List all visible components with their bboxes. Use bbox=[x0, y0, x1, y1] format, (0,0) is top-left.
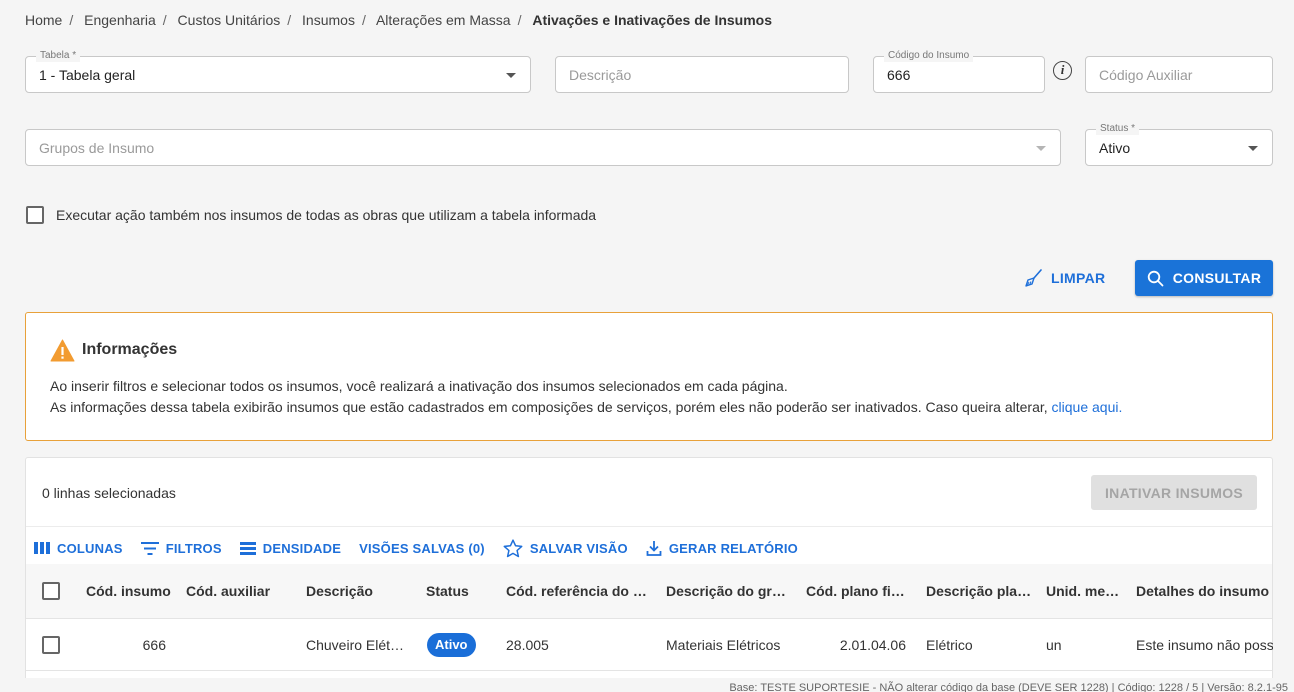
table-row[interactable]: 666 Chuveiro Elétrico Ativo 28.005 Mater… bbox=[26, 619, 1273, 671]
footer-bar: Base: TESTE SUPORTESIE - NÃO alterar cód… bbox=[0, 678, 1294, 692]
limpar-label: LIMPAR bbox=[1051, 270, 1106, 286]
chevron-down-icon bbox=[1248, 146, 1258, 151]
cell-unid-medida: un bbox=[1046, 637, 1062, 653]
cell-cod-insumo: 666 bbox=[142, 637, 166, 653]
descricao-input[interactable]: Descrição bbox=[555, 56, 849, 93]
codigo-insumo-label: Código do Insumo bbox=[884, 50, 974, 62]
column-header-cod-plano[interactable]: Cód. plano financeiro bbox=[806, 583, 913, 599]
broom-icon bbox=[1025, 269, 1042, 287]
grid-header: Cód. insumo Cód. auxiliar Descrição Stat… bbox=[26, 564, 1272, 619]
star-icon bbox=[503, 538, 523, 557]
density-icon bbox=[239, 541, 256, 555]
tabela-select[interactable]: Tabela * 1 - Tabela geral bbox=[25, 50, 531, 93]
warning-icon bbox=[50, 339, 75, 362]
status-badge: Ativo bbox=[427, 633, 476, 657]
consultar-button[interactable]: CONSULTAR bbox=[1135, 260, 1273, 296]
codigo-auxiliar-placeholder: Código Auxiliar bbox=[1099, 67, 1193, 83]
grid-toolbar: COLUNAS FILTROS DENSIDADE VISÕES SALVAS … bbox=[34, 538, 816, 558]
select-all-checkbox[interactable] bbox=[42, 582, 60, 600]
row-checkbox[interactable] bbox=[42, 636, 60, 654]
status-value: Ativo bbox=[1099, 140, 1131, 156]
densidade-button[interactable]: DENSIDADE bbox=[239, 540, 342, 556]
colunas-button[interactable]: COLUNAS bbox=[34, 541, 123, 556]
cell-cod-referencia: 28.005 bbox=[506, 637, 549, 653]
column-header-detalhes[interactable]: Detalhes do insumo bbox=[1136, 583, 1274, 599]
status-label: Status * bbox=[1096, 123, 1140, 135]
cell-descricao-plano: Elétrico bbox=[926, 637, 973, 653]
chevron-down-icon bbox=[1036, 146, 1046, 151]
columns-icon bbox=[34, 542, 50, 554]
codigo-insumo-value: 666 bbox=[887, 67, 911, 83]
cell-cod-plano: 2.01.04.06 bbox=[839, 637, 906, 653]
breadcrumb-separator: / bbox=[69, 12, 74, 28]
visoes-salvas-button[interactable]: VISÕES SALVAS (0) bbox=[359, 541, 485, 556]
selected-rows-count: 0 linhas selecionadas bbox=[42, 485, 176, 501]
descricao-placeholder: Descrição bbox=[569, 67, 632, 83]
densidade-label: DENSIDADE bbox=[262, 540, 342, 556]
breadcrumb-alteracoes[interactable]: Alterações em Massa bbox=[376, 12, 511, 28]
breadcrumb-custos[interactable]: Custos Unitários bbox=[178, 12, 281, 28]
column-header-descricao-grupo[interactable]: Descrição do grupo bbox=[666, 583, 793, 599]
grupos-insumo-placeholder: Grupos de Insumo bbox=[39, 140, 155, 156]
salvar-visao-label: SALVAR VISÃO bbox=[529, 540, 628, 556]
salvar-visao-button[interactable]: SALVAR VISÃO bbox=[503, 538, 628, 558]
insumos-grid: 0 linhas selecionadas INATIVAR INSUMOS C… bbox=[25, 457, 1273, 692]
tabela-value: 1 - Tabela geral bbox=[39, 67, 136, 83]
colunas-label: COLUNAS bbox=[57, 540, 123, 556]
gerar-relatorio-label: GERAR RELATÓRIO bbox=[668, 540, 798, 556]
search-icon bbox=[1147, 270, 1164, 286]
tabela-label: Tabela * bbox=[36, 50, 81, 62]
breadcrumb: Home / Engenharia / Custos Unitários / Insu… bbox=[25, 12, 772, 28]
alert-line-2: As informações dessa tabela exibirão ins… bbox=[50, 399, 1122, 415]
column-header-cod-referencia[interactable]: Cód. referência do grupo bbox=[506, 583, 652, 599]
codigo-auxiliar-input[interactable]: Código Auxiliar bbox=[1085, 56, 1273, 93]
consultar-label: CONSULTAR bbox=[1172, 270, 1262, 286]
status-select[interactable]: Status * Ativo bbox=[1085, 123, 1273, 166]
filtros-label: FILTROS bbox=[165, 540, 222, 556]
column-header-unid-medida[interactable]: Unid. medida bbox=[1046, 583, 1126, 599]
breadcrumb-engenharia[interactable]: Engenharia bbox=[84, 12, 156, 28]
breadcrumb-separator: / bbox=[287, 12, 292, 28]
column-header-cod-insumo[interactable]: Cód. insumo bbox=[86, 583, 171, 599]
executar-obras-checkbox[interactable] bbox=[26, 206, 44, 224]
download-icon bbox=[646, 541, 662, 556]
alert-line-1: Ao inserir filtros e selecionar todos os… bbox=[50, 378, 788, 394]
breadcrumb-separator: / bbox=[162, 12, 167, 28]
column-header-descricao[interactable]: Descrição bbox=[306, 583, 406, 599]
alert-line-2-text: As informações dessa tabela exibirão ins… bbox=[50, 399, 1048, 415]
footer-info: Base: TESTE SUPORTESIE - NÃO alterar cód… bbox=[729, 682, 1288, 692]
filter-icon bbox=[140, 541, 159, 555]
cell-descricao-grupo: Materiais Elétricos bbox=[666, 637, 781, 653]
cell-descricao: Chuveiro Elétrico bbox=[306, 637, 406, 653]
breadcrumb-separator: / bbox=[361, 12, 366, 28]
column-header-status[interactable]: Status bbox=[426, 583, 486, 599]
gerar-relatorio-button[interactable]: GERAR RELATÓRIO bbox=[646, 540, 798, 556]
chevron-down-icon bbox=[506, 73, 516, 78]
codigo-insumo-input[interactable]: Código do Insumo 666 bbox=[873, 50, 1045, 93]
limpar-button[interactable]: LIMPAR bbox=[1025, 264, 1105, 292]
inativar-insumos-button[interactable]: INATIVAR INSUMOS bbox=[1091, 475, 1257, 510]
breadcrumb-current: Ativações e Inativações de Insumos bbox=[532, 12, 773, 28]
grid-divider bbox=[26, 526, 1272, 527]
clique-aqui-link[interactable]: clique aqui. bbox=[1052, 399, 1123, 415]
breadcrumb-insumos[interactable]: Insumos bbox=[302, 12, 355, 28]
grupos-insumo-select[interactable]: Grupos de Insumo bbox=[25, 129, 1061, 166]
inativar-label: INATIVAR INSUMOS bbox=[1104, 484, 1244, 501]
info-alert: Informações Ao inserir filtros e selecio… bbox=[25, 312, 1273, 441]
column-header-descricao-plano[interactable]: Descrição plano bbox=[926, 583, 1033, 599]
breadcrumb-separator: / bbox=[517, 12, 522, 28]
executar-obras-label: Executar ação também nos insumos de toda… bbox=[56, 207, 597, 223]
cell-detalhes: Este insumo não possui detalhes bbox=[1136, 637, 1273, 653]
column-header-cod-auxiliar[interactable]: Cód. auxiliar bbox=[186, 583, 286, 599]
visoes-salvas-label: VISÕES SALVAS (0) bbox=[359, 540, 485, 556]
breadcrumb-home[interactable]: Home bbox=[25, 12, 62, 28]
filtros-button[interactable]: FILTROS bbox=[140, 540, 222, 556]
info-icon[interactable]: i bbox=[1053, 61, 1072, 80]
alert-title: Informações bbox=[82, 341, 178, 358]
